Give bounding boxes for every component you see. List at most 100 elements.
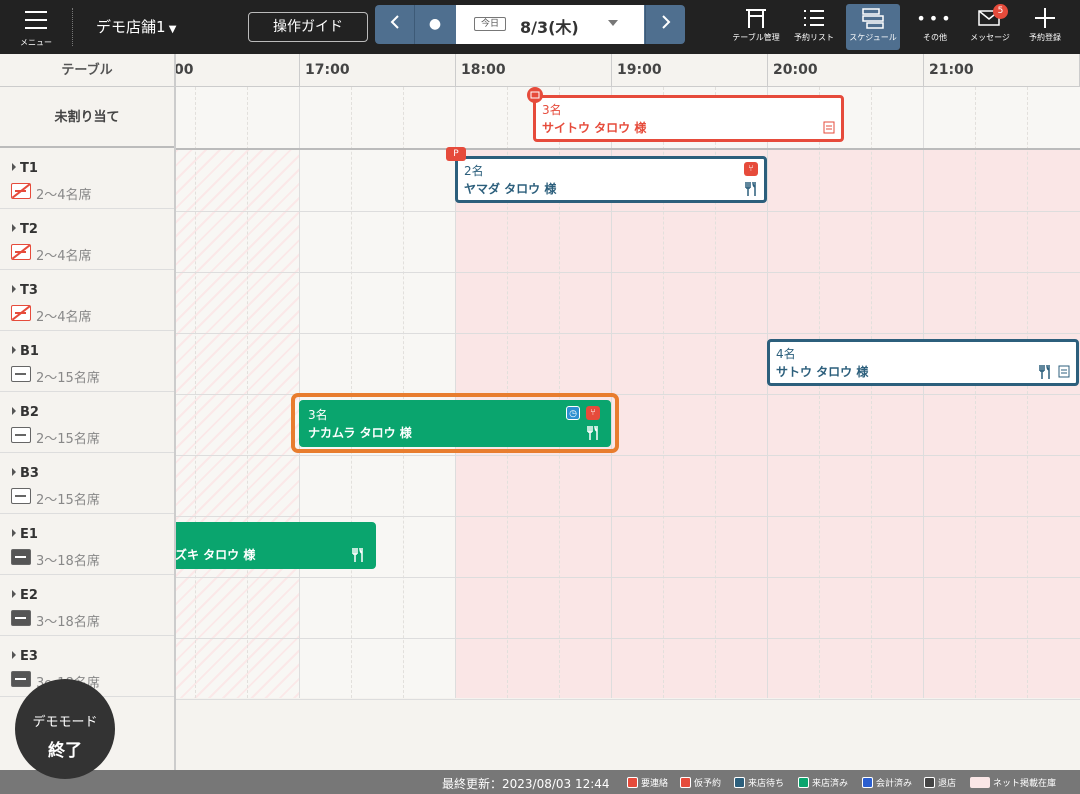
timeline-body[interactable]: 3名 サイトウ タロウ 様 2名 ヤマダ タロウ 様 ⑂ P 4名 サトウ タロ… [166, 87, 1080, 700]
grid-line [923, 87, 924, 698]
table-name: T3 [12, 283, 38, 298]
table-row-b3[interactable]: B3 2〜15名席 [0, 453, 174, 514]
message-button[interactable]: 5 メッセージ [964, 4, 1016, 50]
status-footer: 最終更新：2023/08/03 12:44 要連絡 仮予約 来店待ち 来店済み 会計済み… [0, 770, 1080, 794]
guest-name: サトウ タロウ 様 [776, 365, 869, 379]
reservation-card[interactable]: ズキ タロウ 様 [166, 522, 376, 569]
menu-button[interactable]: メニュー [10, 8, 62, 48]
table-row-e2[interactable]: E2 3〜18名席 [0, 575, 174, 636]
guest-name: サイトウ タロウ 様 [542, 121, 647, 135]
legend-swatch [798, 777, 809, 788]
more-button[interactable]: ••• その他 [910, 4, 960, 50]
hour-label: 21:00 [929, 62, 974, 78]
next-day-button[interactable] [645, 5, 685, 44]
party-size: 3名 [542, 103, 562, 117]
legend-label: 来店待ち [748, 779, 785, 789]
reservation-card[interactable]: 3名 サイトウ タロウ 様 [533, 95, 844, 142]
table-type-icon [11, 488, 31, 504]
table-row-e1[interactable]: E1 3〜18名席 [0, 514, 174, 575]
guest-name: ヤマダ タロウ 様 [464, 182, 557, 196]
prev-day-button[interactable] [375, 5, 415, 44]
date-navigator: ● 今日 8/3(木) [375, 5, 685, 44]
hamburger-icon [25, 11, 47, 29]
add-reservation-button[interactable]: 予約登録 [1022, 4, 1068, 50]
table-capacity: 2〜4名席 [36, 310, 92, 325]
table-name: E3 [12, 649, 38, 664]
today-dot-button[interactable]: ● [415, 5, 455, 44]
legend-swatch [862, 777, 873, 788]
table-type-icon [11, 366, 31, 382]
store-selector[interactable]: デモ店舗1 ▼ [96, 16, 176, 37]
legend-swatch [924, 777, 935, 788]
legend-item: 退店 [924, 776, 956, 789]
grid-line [195, 87, 196, 698]
hour-tick [455, 54, 456, 87]
table-row-t2[interactable]: T2 2〜4名席 [0, 209, 174, 270]
table-type-icon [11, 305, 31, 321]
row-line [176, 333, 1080, 334]
table-row-b2[interactable]: B2 2〜15名席 [0, 392, 174, 453]
unassigned-divider [176, 148, 1080, 150]
reservation-card[interactable]: 2名 ヤマダ タロウ 様 ⑂ [455, 156, 767, 203]
current-date: 8/3(木) [520, 18, 579, 37]
row-line [176, 577, 1080, 578]
reservation-list-button[interactable]: 予約リスト [790, 4, 838, 50]
tool-label: スケジュール [849, 33, 897, 42]
row-line [176, 516, 1080, 517]
hour-label: 19:00 [617, 62, 662, 78]
legend-label: 来店済み [812, 779, 849, 789]
table-capacity: 2〜15名席 [36, 493, 100, 508]
guest-name: ズキ タロウ 様 [175, 548, 256, 562]
last-updated: 最終更新：2023/08/03 12:44 [442, 777, 610, 791]
guide-button[interactable]: 操作ガイド [248, 12, 368, 42]
table-capacity: 3〜18名席 [36, 615, 100, 630]
hour-tick [299, 54, 300, 87]
selected-reservation-outline [291, 393, 619, 453]
schedule-icon [846, 4, 900, 32]
hour-label: 00 [174, 62, 194, 78]
reservation-card[interactable]: 4名 サトウ タロウ 様 [767, 339, 1079, 386]
cutlery-badge-icon: ⑂ [744, 162, 758, 176]
more-icon: ••• [916, 8, 954, 28]
grid-line [975, 87, 976, 698]
menu-label: メニュー [20, 38, 52, 47]
table-capacity: 3〜18名席 [36, 554, 100, 569]
demo-exit-label: 終了 [48, 741, 82, 761]
table-column: テーブル 未割り当て T1 2〜4名席 T2 2〜4名席 T3 2〜4名席 B1 2〜15名席… [0, 54, 176, 770]
table-name: B2 [12, 405, 39, 420]
fork-knife-icon [744, 181, 758, 200]
legend-swatch [970, 777, 990, 788]
hour-label: 18:00 [461, 62, 506, 78]
tool-label: メッセージ [970, 33, 1010, 42]
hour-tick [923, 54, 924, 87]
schedule-button[interactable]: スケジュール [846, 4, 900, 50]
table-row-b1[interactable]: B1 2〜15名席 [0, 331, 174, 392]
table-capacity: 2〜4名席 [36, 188, 92, 203]
legend-label: 要連絡 [641, 779, 669, 789]
legend-label: 退店 [938, 779, 957, 789]
date-picker[interactable]: 今日 8/3(木) [456, 5, 644, 44]
today-button[interactable]: 今日 [474, 17, 507, 31]
tool-label: 予約リスト [794, 33, 834, 42]
table-column-header: テーブル [0, 54, 174, 87]
demo-mode-exit-button[interactable]: デモモード 終了 [15, 679, 115, 779]
plus-icon [1022, 4, 1068, 32]
table-row-t3[interactable]: T3 2〜4名席 [0, 270, 174, 331]
grid-line [871, 87, 872, 698]
table-type-icon [11, 427, 31, 443]
fork-knife-icon [1038, 364, 1052, 383]
row-line [176, 638, 1080, 639]
grid-line [1027, 87, 1028, 698]
legend-item: 要連絡 [627, 776, 668, 789]
grid-line [819, 87, 820, 698]
store-name: デモ店舗1 [96, 18, 166, 36]
table-row-t1[interactable]: T1 2〜4名席 [0, 148, 174, 209]
hour-tick [611, 54, 612, 87]
caret-down-icon: ▼ [165, 24, 177, 35]
list-icon [790, 4, 838, 32]
legend-swatch [627, 777, 638, 788]
table-manage-button[interactable]: テーブル管理 [728, 4, 784, 50]
hour-label: 17:00 [305, 62, 350, 78]
time-header: 00 17:00 18:00 19:00 20:00 21:00 [174, 54, 1080, 87]
grid-line [767, 87, 768, 698]
